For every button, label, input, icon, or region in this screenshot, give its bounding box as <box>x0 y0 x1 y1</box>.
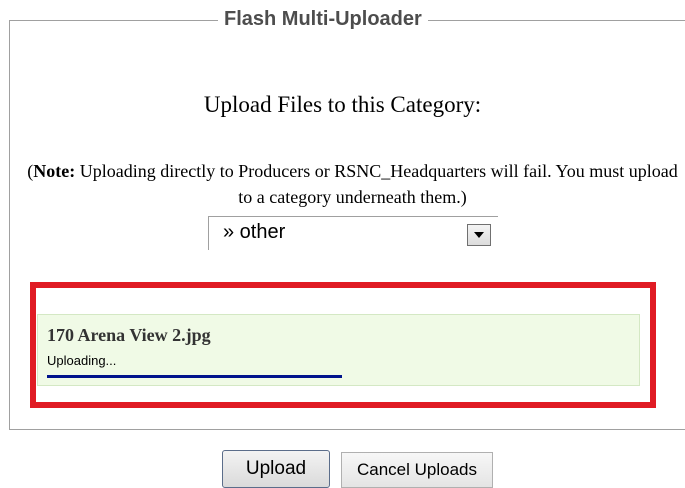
category-select[interactable]: » other <box>208 216 498 250</box>
upload-progress-item: 170 Arena View 2.jpg Uploading... <box>37 314 640 386</box>
upload-file-name: 170 Arena View 2.jpg <box>47 325 211 345</box>
upload-status: Uploading... <box>47 353 117 368</box>
note-text: Uploading directly to Producers or RSNC_… <box>75 161 678 207</box>
uploader-legend: Flash Multi-Uploader <box>218 6 428 32</box>
upload-heading: Upload Files to this Category: <box>203 92 482 117</box>
cancel-uploads-button[interactable]: Cancel Uploads <box>341 452 493 488</box>
chevron-down-icon <box>474 232 484 238</box>
progress-bar-fill <box>47 375 342 378</box>
category-select-value: » other <box>223 221 286 243</box>
dropdown-arrow-icon[interactable] <box>467 224 491 246</box>
progress-bar <box>47 375 342 378</box>
upload-note: (Note: Uploading directly to Producers o… <box>20 158 685 210</box>
note-label: Note: <box>33 161 76 181</box>
upload-button[interactable]: Upload <box>222 450 330 488</box>
